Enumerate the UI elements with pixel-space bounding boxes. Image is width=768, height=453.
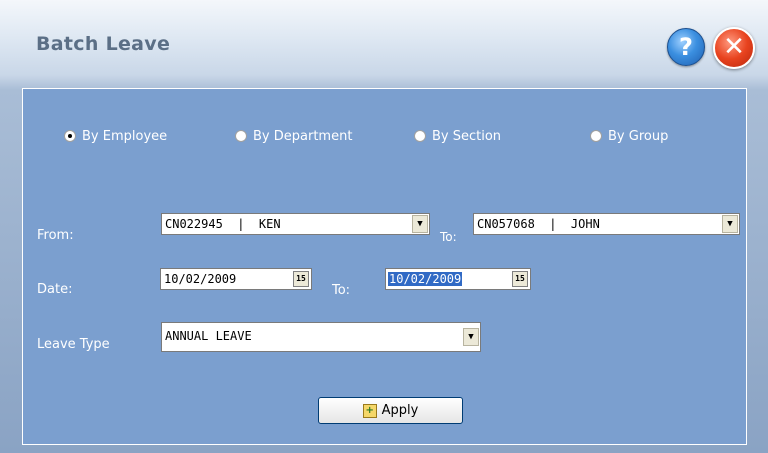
chevron-down-icon[interactable]: ▼ [722,215,738,233]
to-employee-value: CN057068 | JOHN [477,217,600,231]
radio-by-section[interactable]: By Section [414,128,501,144]
radio-by-employee[interactable]: By Employee [64,128,167,144]
chevron-down-icon[interactable]: ▼ [463,328,479,346]
radio-label: By Section [432,128,502,144]
leave-type-label: Leave Type [37,337,110,352]
leave-type-value: ANNUAL LEAVE [165,329,252,343]
radio-selected-icon [64,130,76,142]
to-date-picker[interactable]: 10/02/2009 15 [385,268,531,290]
to-employee-select[interactable]: CN057068 | JOHN ▼ [473,213,740,235]
to-date-value: 10/02/2009 [388,272,463,286]
apply-icon: + [362,403,377,418]
radio-label: By Employee [82,128,168,144]
window-title: Batch Leave [36,33,171,55]
close-icon[interactable]: ✕ [713,27,755,69]
chevron-down-icon[interactable]: ▼ [412,215,428,233]
apply-label: Apply [381,403,419,418]
radio-unselected-icon [414,130,426,142]
from-date-value: 10/02/2009 [164,272,237,286]
calendar-icon[interactable]: 15 [512,271,528,287]
from-label: From: [37,228,74,243]
date-label: Date: [37,282,73,297]
help-icon[interactable]: ? [667,28,705,66]
from-date-picker[interactable]: 10/02/2009 15 [160,268,312,290]
radio-unselected-icon [235,130,247,142]
date-to-label: To: [332,283,351,298]
radio-unselected-icon [590,130,602,142]
to-label: To: [440,230,457,244]
from-employee-select[interactable]: CN022945 | KEN ▼ [161,213,430,235]
leave-type-select[interactable]: ANNUAL LEAVE ▼ [161,322,481,352]
radio-by-group[interactable]: By Group [590,128,668,144]
calendar-icon[interactable]: 15 [293,271,309,287]
radio-label: By Department [253,128,353,144]
radio-by-department[interactable]: By Department [235,128,352,144]
radio-label: By Group [608,128,669,144]
batch-leave-window: Batch Leave ? ✕ By Employee By Departmen… [0,0,768,453]
from-employee-value: CN022945 | KEN [165,217,281,231]
apply-button[interactable]: + Apply [318,397,463,424]
